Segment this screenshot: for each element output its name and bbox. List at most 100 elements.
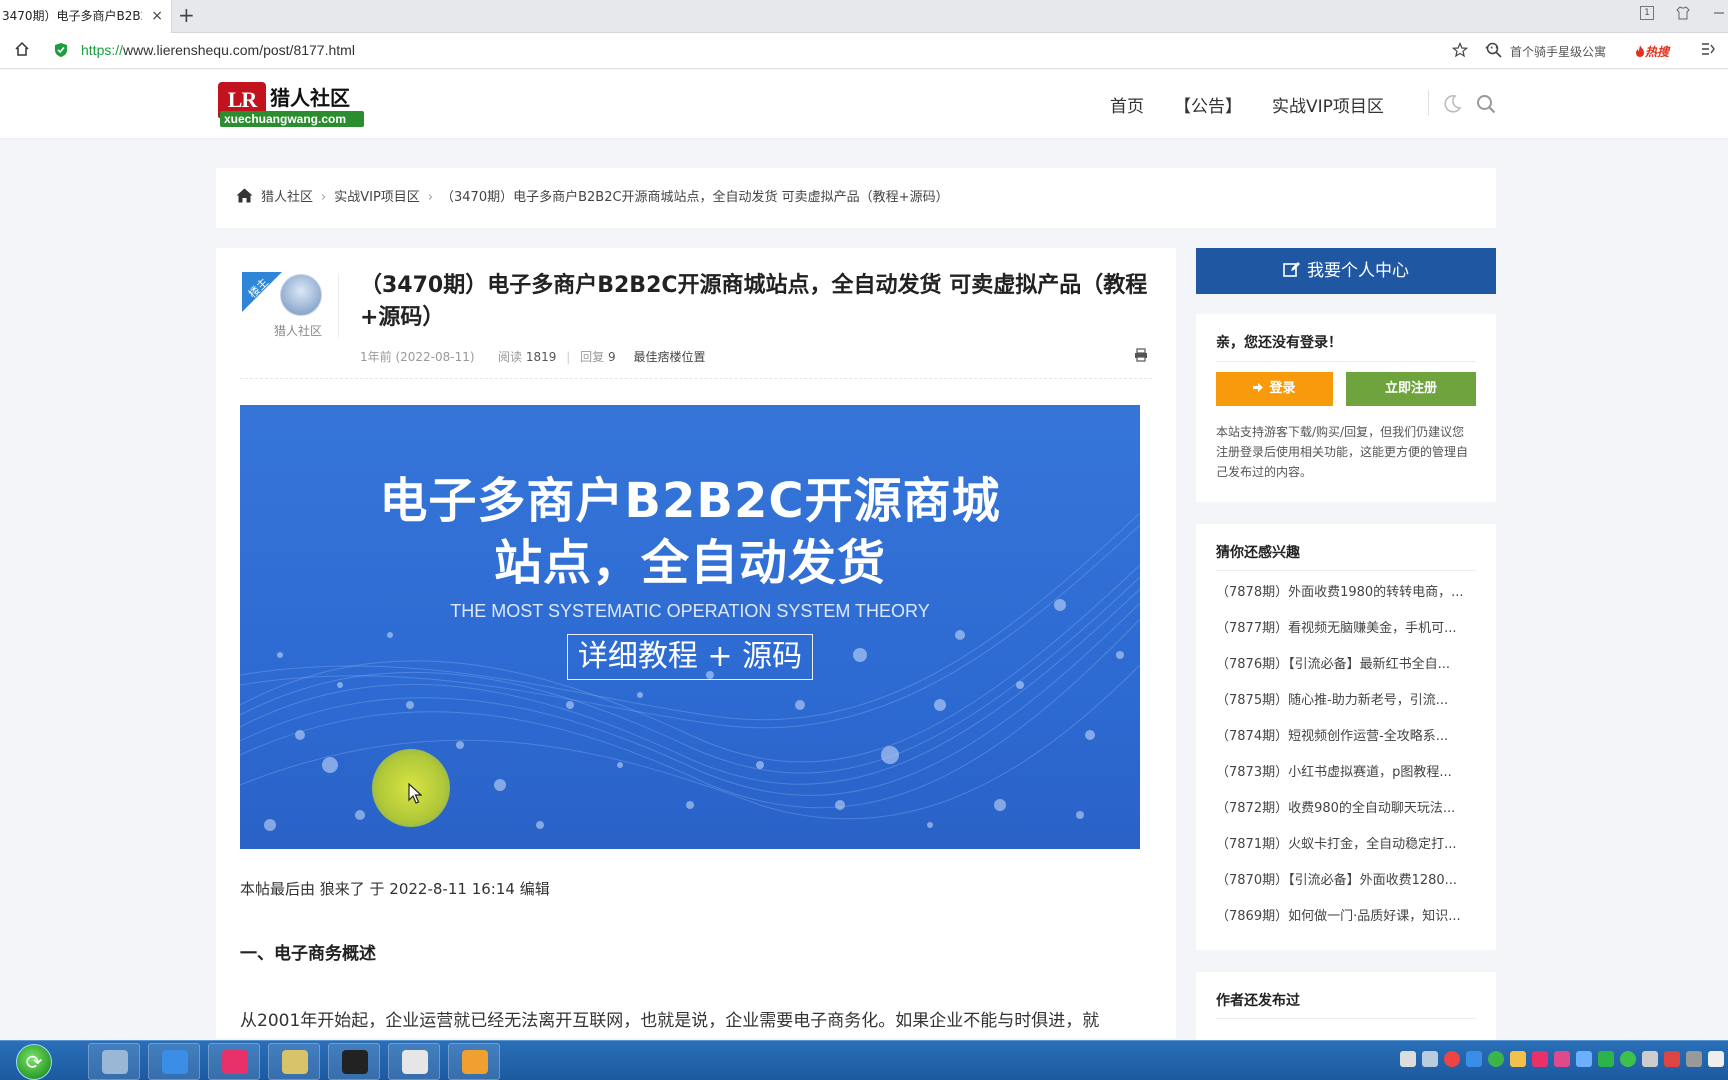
read-count: 1819 — [525, 350, 557, 364]
browser-icon — [462, 1050, 488, 1074]
tray-record-icon[interactable] — [1444, 1051, 1460, 1067]
url-field[interactable]: https://www.lierenshequ.com/post/8177.ht… — [44, 38, 1499, 64]
edit-note: 本帖最后由 狼来了 于 2022-8-11 16:14 编辑 — [240, 880, 550, 898]
logo-title: 猎人社区 — [270, 86, 350, 110]
url-scheme: https:// — [81, 42, 124, 58]
tray-wechat-icon[interactable] — [1620, 1051, 1636, 1067]
author-posts-divider — [1216, 1018, 1476, 1019]
home-icon[interactable] — [14, 41, 30, 57]
banner-subtitle: THE MOST SYSTEMATIC OPERATION SYSTEM THE… — [450, 601, 930, 621]
start-button[interactable]: ⟳ — [16, 1044, 52, 1080]
breadcrumb-item-current: （3470期）电子多商户B2B2C开源商城站点，全自动发货 可卖虚拟产品（教程+… — [441, 190, 949, 205]
baidu-netdisk-icon — [162, 1050, 188, 1074]
nav-item-home[interactable]: 首页 — [1110, 92, 1144, 117]
tray-network-icon[interactable] — [1708, 1051, 1724, 1067]
edit-icon — [1283, 262, 1300, 277]
reply-label: 回复 — [580, 350, 605, 364]
logo-domain: xuechuangwang.com — [220, 111, 364, 127]
star-icon[interactable] — [1452, 42, 1468, 58]
list-item[interactable]: （7873期）小红书虚拟赛道，p图教程... — [1216, 760, 1478, 796]
tray-360-icon[interactable] — [1488, 1051, 1504, 1067]
recommend-list: （7878期）外面收费1980的转转电商，... （7877期）看视频无脑赚美金… — [1216, 580, 1478, 940]
browser-search-field[interactable]: 首个骑手星级公寓 热搜 — [1482, 38, 1687, 64]
list-item[interactable]: （7877期）看视频无脑赚美金，手机可... — [1216, 616, 1478, 652]
user-center-button[interactable]: 我要个人中心 — [1196, 248, 1496, 294]
best-floor-link[interactable]: 最佳痞楼位置 — [633, 350, 705, 364]
register-button[interactable]: 立即注册 — [1346, 372, 1476, 406]
nav-item-vip-projects[interactable]: 实战VIP项目区 — [1272, 92, 1384, 117]
screenshot-tool-icon — [402, 1050, 428, 1074]
browser-tab-bar: 3470期）电子多商户B2B2 × + 1 — [0, 0, 1728, 33]
tray-cloud-icon[interactable] — [1576, 1051, 1592, 1067]
taskbar-app-button[interactable] — [88, 1043, 140, 1080]
banner-headline-1: 电子多商户B2B2C开源商城 — [379, 473, 1001, 529]
nav-divider — [1428, 90, 1429, 116]
breadcrumb-item-category[interactable]: 实战VIP项目区 — [334, 190, 420, 205]
print-icon[interactable] — [1134, 348, 1148, 362]
os-taskbar: ⟳ — [0, 1040, 1728, 1080]
taskbar-app-button[interactable] — [388, 1043, 440, 1080]
shirt-skin-icon[interactable] — [1676, 6, 1690, 20]
reply-count: 9 — [607, 350, 616, 364]
author-block: 楼主 猎人社区 — [242, 272, 322, 342]
tray-chip-icon[interactable] — [1686, 1051, 1702, 1067]
login-button[interactable]: 登录 — [1216, 372, 1333, 406]
tray-bag-icon[interactable] — [1554, 1051, 1570, 1067]
read-label: 阅读 — [498, 350, 523, 364]
tray-netdisk-icon[interactable] — [1466, 1051, 1482, 1067]
list-item[interactable]: （7872期）收费980的全自动聊天玩法... — [1216, 796, 1478, 832]
breadcrumb-separator: › — [427, 190, 433, 205]
tray-app-icon[interactable] — [1642, 1051, 1658, 1067]
taskbar-app-button[interactable] — [448, 1043, 500, 1080]
list-item[interactable]: （7878期）外面收费1980的转转电商，... — [1216, 580, 1478, 616]
tab-count-icon[interactable]: 1 — [1640, 6, 1654, 20]
taskbar-app-button[interactable] — [148, 1043, 200, 1080]
moon-icon[interactable] — [1442, 94, 1462, 114]
list-item[interactable]: （7875期）随心推-助力新老号，引流... — [1216, 688, 1478, 724]
media-player-icon — [222, 1050, 248, 1074]
tray-clipboard-icon[interactable] — [1422, 1051, 1438, 1067]
taskbar-app-button[interactable] — [208, 1043, 260, 1080]
hot-search-label[interactable]: 热搜 — [1635, 43, 1669, 60]
sidebar-toggle-icon[interactable] — [1700, 41, 1716, 57]
author-name[interactable]: 猎人社区 — [274, 322, 322, 339]
new-tab-button[interactable]: + — [178, 3, 195, 27]
sign-in-icon — [1253, 383, 1264, 392]
tray-folder-icon[interactable] — [1510, 1051, 1526, 1067]
start-glyph: ⟳ — [25, 1050, 43, 1074]
home-icon — [236, 188, 253, 203]
author-posts-title: 作者还发布过 — [1216, 993, 1300, 1009]
taskbar-app-button[interactable] — [268, 1043, 320, 1080]
login-description: 本站支持游客下载/购买/回复，但我们仍建议您注册登录后使用相关功能，这能更方便的… — [1216, 425, 1469, 479]
list-item[interactable]: （7870期）【引流必备】外面收费1280... — [1216, 868, 1478, 904]
browser-tab-active[interactable]: 3470期）电子多商户B2B2 × — [0, 0, 172, 33]
user-center-label: 我要个人中心 — [1307, 261, 1409, 281]
list-item[interactable]: （7874期）短视频创作运营-全攻略系... — [1216, 724, 1478, 760]
list-item[interactable]: （7876期）【引流必备】最新红书全自... — [1216, 652, 1478, 688]
author-divider — [338, 274, 339, 338]
recommend-divider — [1216, 570, 1476, 571]
tray-player-icon[interactable] — [1532, 1051, 1548, 1067]
tray-pen-icon[interactable] — [1400, 1051, 1416, 1067]
article-panel: 楼主 猎人社区 （3470期）电子多商户B2B2C开源商城站点，全自动发货 可卖… — [216, 248, 1176, 1038]
minimize-icon[interactable] — [1712, 6, 1726, 20]
list-item[interactable]: （7869期）如何做一门·品质好课，知识... — [1216, 904, 1478, 940]
nav-item-announcement[interactable]: 【公告】 — [1174, 92, 1242, 117]
site-search-icon[interactable] — [1476, 94, 1496, 114]
list-item[interactable]: （7871期）火蚁卡打金，全自动稳定打... — [1216, 832, 1478, 868]
tab-close-icon[interactable]: × — [151, 0, 163, 33]
tray-screen-icon[interactable] — [1664, 1051, 1680, 1067]
post-time: 1年前 (2022-08-11) — [360, 350, 475, 364]
tray-security-icon[interactable] — [1598, 1051, 1614, 1067]
banner-tagline-box: 详细教程 + 源码 — [567, 634, 813, 680]
avatar[interactable] — [280, 274, 322, 316]
banner-headline-2: 站点，全自动发货 — [493, 535, 886, 591]
article-paragraph: 从2001年开始起，企业运营就已经无法离开互联网，也就是说，企业需要电子商务化。… — [240, 1011, 1100, 1031]
taskbar-app-button[interactable] — [328, 1043, 380, 1080]
site-logo[interactable]: LR 猎人社区 xuechuangwang.com — [218, 80, 368, 128]
url-text: https://www.lierenshequ.com/post/8177.ht… — [81, 42, 355, 58]
mouse-cursor-icon — [408, 783, 422, 804]
address-bar: https://www.lierenshequ.com/post/8177.ht… — [0, 33, 1728, 69]
breadcrumb-separator: › — [321, 190, 327, 205]
breadcrumb-item-home[interactable]: 猎人社区 — [261, 190, 313, 205]
